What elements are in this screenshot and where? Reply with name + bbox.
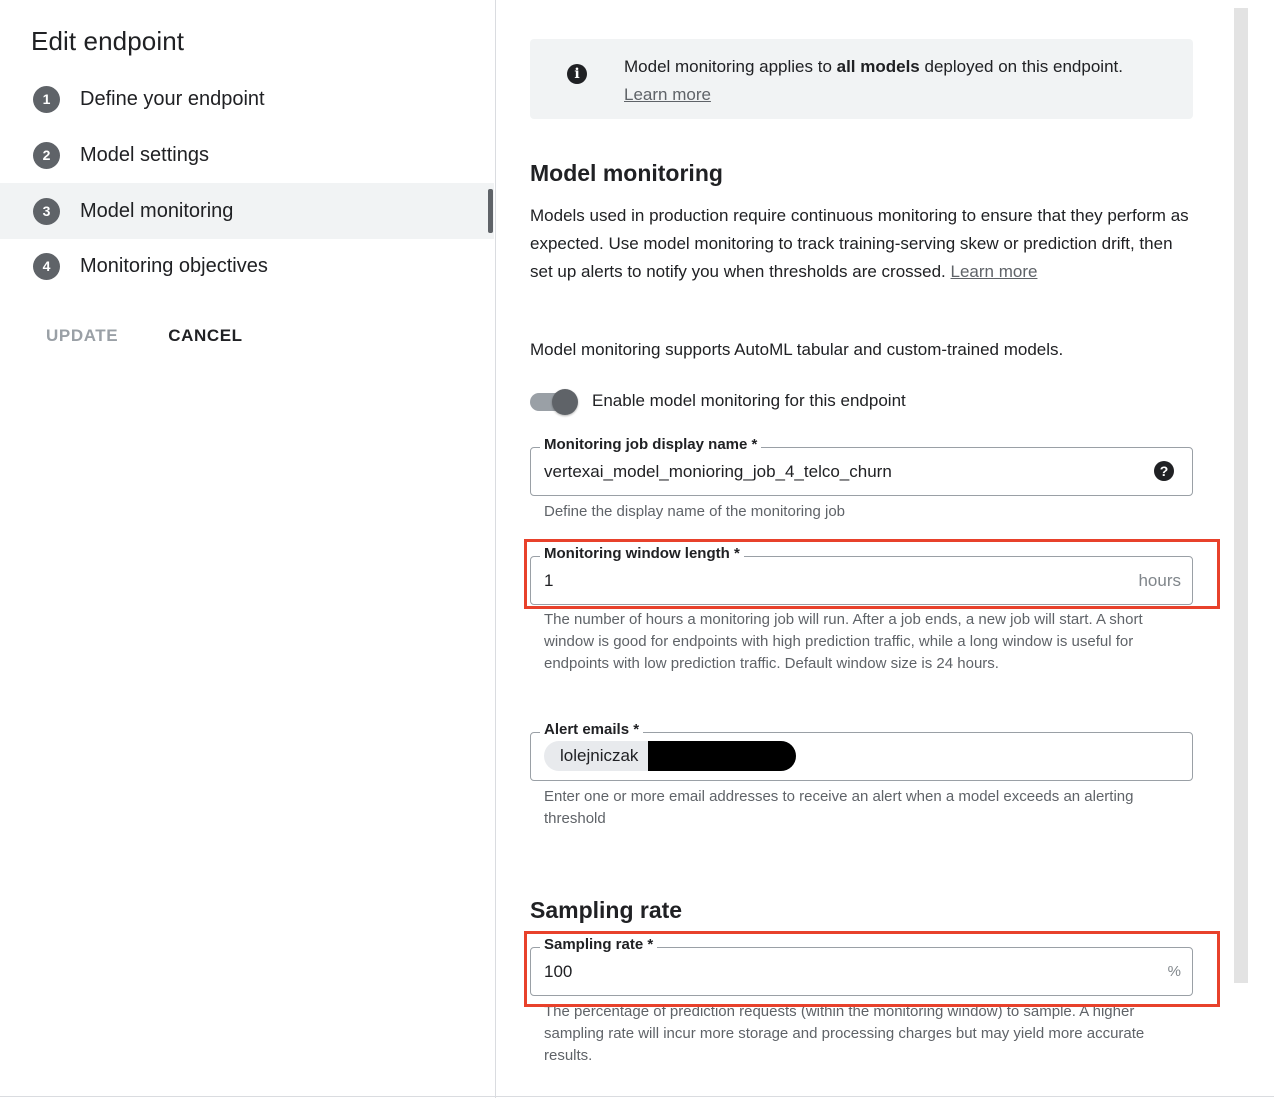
model-monitoring-heading: Model monitoring bbox=[530, 160, 723, 186]
info-banner-text: Model monitoring applies to all models d… bbox=[624, 57, 1123, 104]
action-buttons: UPDATE CANCEL bbox=[46, 326, 243, 346]
email-chip-text: lolejniczak bbox=[560, 746, 639, 765]
enable-monitoring-toggle[interactable] bbox=[530, 387, 580, 417]
step-number-1: 1 bbox=[33, 85, 60, 113]
sampling-rate-hint: The percentage of prediction requests (w… bbox=[544, 1003, 1145, 1064]
learn-more-link[interactable]: Learn more bbox=[624, 85, 711, 104]
job-display-name-field[interactable]: Monitoring job display name * vertexai_m… bbox=[530, 436, 1193, 496]
step-number-3: 3 bbox=[33, 197, 60, 225]
active-step-indicator bbox=[488, 189, 493, 233]
bottom-divider bbox=[0, 1096, 1274, 1097]
field-label: Monitoring job display name * bbox=[540, 436, 762, 453]
email-chip[interactable]: lolejniczak bbox=[544, 741, 796, 771]
alert-emails-hint: Enter one or more email addresses to rec… bbox=[544, 788, 1134, 827]
step-label: Model settings bbox=[80, 143, 209, 166]
enable-monitoring-label: Enable model monitoring for this endpoin… bbox=[592, 391, 906, 410]
highlight-sampling-rate bbox=[524, 931, 1220, 1007]
model-monitoring-description: Models used in production require contin… bbox=[530, 206, 1189, 281]
step-define-endpoint[interactable]: 1 Define your endpoint bbox=[0, 71, 494, 127]
update-button[interactable]: UPDATE bbox=[46, 326, 118, 346]
stepper-panel: Edit endpoint 1 Define your endpoint 2 M… bbox=[0, 0, 496, 1098]
info-banner: i Model monitoring applies to all models… bbox=[530, 39, 1193, 119]
step-number-2: 2 bbox=[33, 141, 60, 169]
scrollbar[interactable] bbox=[1234, 8, 1248, 983]
step-model-settings[interactable]: 2 Model settings bbox=[0, 127, 494, 183]
redaction-block bbox=[648, 741, 796, 771]
highlight-window-length bbox=[524, 539, 1220, 609]
step-label: Monitoring objectives bbox=[80, 254, 268, 277]
step-model-monitoring[interactable]: 3 Model monitoring bbox=[0, 183, 494, 239]
step-label: Model monitoring bbox=[80, 199, 234, 222]
learn-more-link[interactable]: Learn more bbox=[951, 262, 1038, 281]
step-number-4: 4 bbox=[33, 252, 60, 280]
supported-models-text: Model monitoring supports AutoML tabular… bbox=[530, 340, 1064, 359]
info-icon: i bbox=[567, 64, 587, 84]
toggle-thumb bbox=[552, 389, 578, 415]
step-label: Define your endpoint bbox=[80, 87, 265, 110]
page-title: Edit endpoint bbox=[31, 26, 185, 56]
sampling-rate-heading: Sampling rate bbox=[530, 897, 683, 923]
step-monitoring-objectives[interactable]: 4 Monitoring objectives bbox=[0, 238, 494, 294]
job-display-name-input[interactable]: vertexai_model_monioring_job_4_telco_chu… bbox=[544, 462, 892, 482]
cancel-button[interactable]: CANCEL bbox=[168, 326, 242, 346]
field-label: Alert emails * bbox=[540, 721, 644, 738]
job-display-name-hint: Define the display name of the monitorin… bbox=[544, 503, 846, 520]
alert-emails-field[interactable]: Alert emails * lolejniczak bbox=[530, 721, 1193, 781]
window-length-hint: The number of hours a monitoring job wil… bbox=[544, 611, 1143, 672]
help-icon[interactable]: ? bbox=[1154, 461, 1174, 481]
